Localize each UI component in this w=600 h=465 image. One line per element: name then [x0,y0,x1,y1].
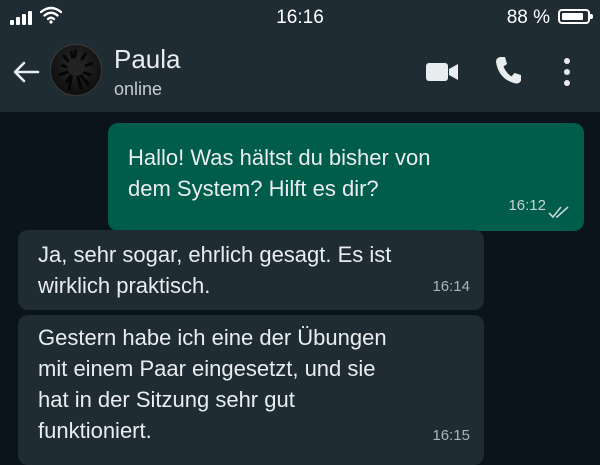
double-check-icon [548,206,569,219]
video-call-icon[interactable] [425,59,459,85]
message-text: Gestern habe ich eine der Übungen mit ei… [38,325,387,443]
phone-call-icon[interactable] [494,55,522,85]
avatar-image [58,49,94,91]
contact-status: online [114,79,163,99]
chat-header: Paula online [0,34,600,112]
battery-fill [562,13,584,20]
message-time: 16:14 [432,278,470,295]
battery-percent: 88 % [506,7,550,28]
contact-name[interactable]: Paula [114,44,181,75]
message-incoming[interactable]: Ja, sehr sogar, ehrlich gesagt. Es ist w… [18,230,484,310]
message-text: Ja, sehr sogar, ehrlich gesagt. Es ist w… [38,242,392,298]
message-text: Hallo! Was hältst du bisher von dem Syst… [128,145,431,201]
battery-icon [558,9,593,24]
avatar[interactable] [50,44,102,96]
message-time: 16:12 [508,197,546,214]
status-bar: 16:16 88 % [0,0,600,34]
back-arrow-icon[interactable] [12,60,40,84]
message-time: 16:15 [432,427,470,444]
message-outgoing[interactable]: Hallo! Was hältst du bisher von dem Syst… [108,123,584,231]
more-options-icon[interactable] [560,56,574,88]
message-incoming[interactable]: Gestern habe ich eine der Übungen mit ei… [18,315,484,465]
chat-area[interactable]: Hallo! Was hältst du bisher von dem Syst… [0,112,600,465]
